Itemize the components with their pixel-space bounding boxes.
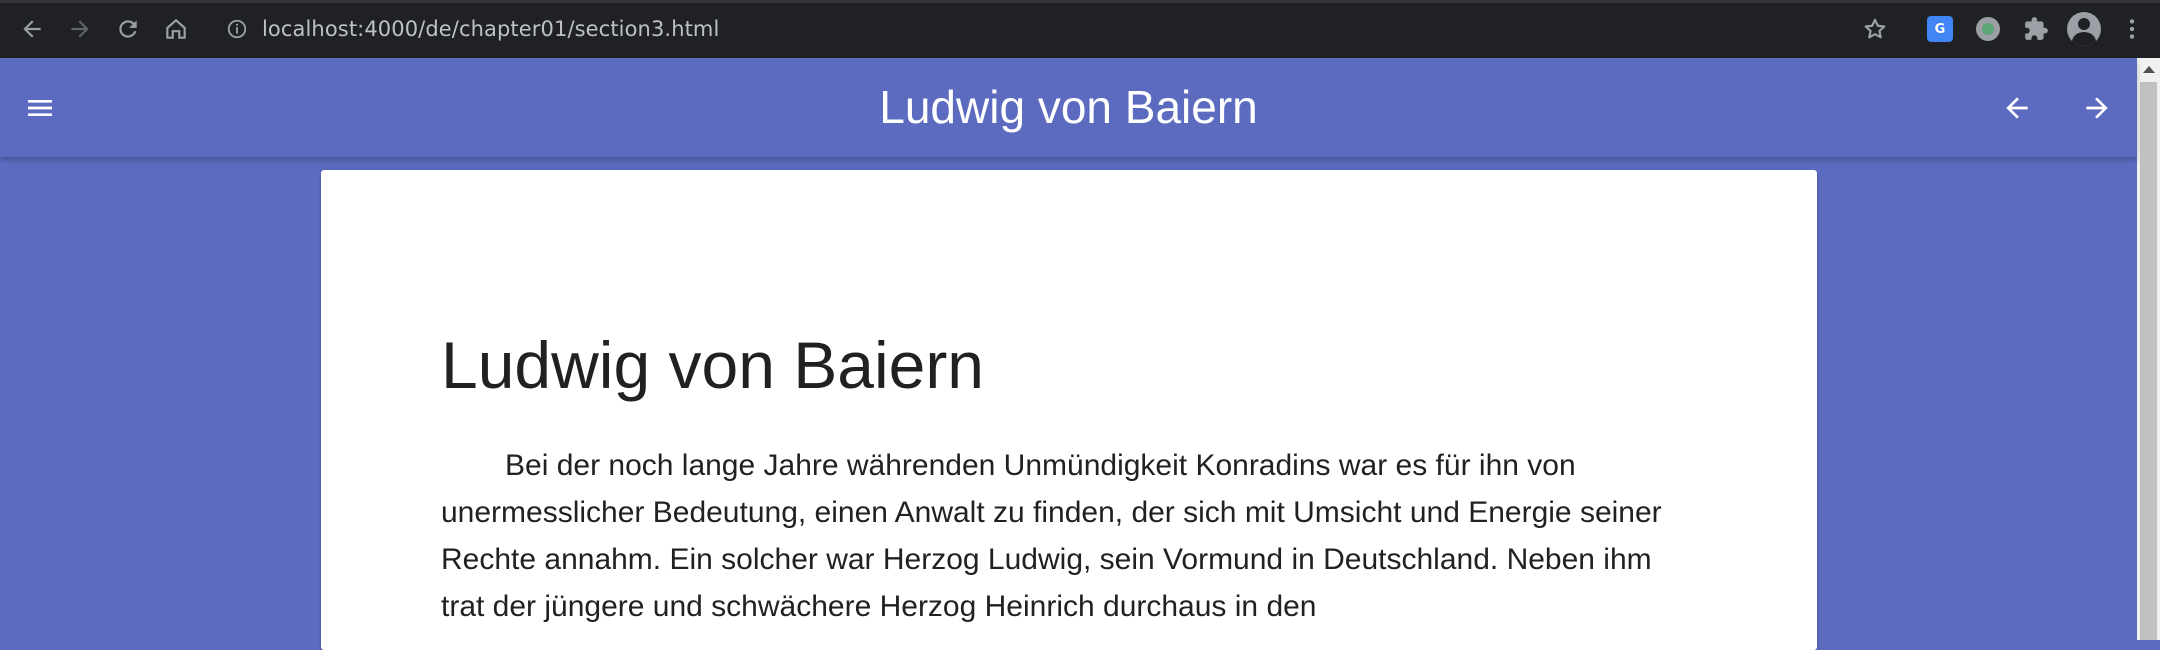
browser-home-button[interactable]	[152, 5, 200, 53]
profile-button[interactable]	[2060, 5, 2108, 53]
arrow-back-icon	[2006, 97, 2028, 119]
browser-forward-button[interactable]	[56, 5, 104, 53]
status-extension-button[interactable]	[1964, 5, 2012, 53]
scroll-up-arrow-icon[interactable]	[2137, 58, 2160, 80]
page-scrollbar[interactable]	[2137, 58, 2160, 640]
toolbar-title: Ludwig von Baiern	[879, 81, 1258, 133]
app-toolbar: Ludwig von Baiern	[0, 58, 2137, 157]
browser-menu-button[interactable]	[2108, 5, 2156, 53]
previous-page-button[interactable]	[1995, 86, 2039, 130]
reload-icon	[119, 20, 137, 38]
arrow-forward-icon	[71, 20, 89, 38]
arrow-back-icon	[23, 20, 41, 38]
browser-reload-button[interactable]	[104, 5, 152, 53]
puzzle-icon	[2025, 17, 2048, 40]
address-bar[interactable]: localhost:4000/de/chapter01/section3.htm…	[212, 8, 1867, 50]
more-vertical-icon	[2129, 19, 2135, 39]
status-dot-icon	[1976, 17, 2000, 41]
scrollbar-thumb[interactable]	[2140, 82, 2157, 640]
avatar	[2067, 12, 2101, 46]
browser-back-button[interactable]	[8, 5, 56, 53]
translate-extension-button[interactable]: G	[1916, 5, 1964, 53]
bookmark-star-button[interactable]	[1856, 10, 1894, 48]
star-icon	[1864, 18, 1886, 39]
url-text[interactable]: localhost:4000/de/chapter01/section3.htm…	[262, 17, 719, 41]
translate-icon: G	[1927, 16, 1953, 42]
article-paragraph: Bei der noch lange Jahre währenden Unmün…	[441, 449, 1662, 623]
next-page-button[interactable]	[2075, 86, 2119, 130]
site-info-icon[interactable]	[224, 16, 250, 42]
tab-strip	[0, 0, 2160, 3]
extensions-area: G	[1916, 5, 2156, 53]
extensions-menu-button[interactable]	[2012, 5, 2060, 53]
content-card: Ludwig von Baiern Bei der noch lange Jah…	[321, 170, 1817, 650]
menu-button[interactable]	[18, 86, 62, 130]
menu-icon	[28, 100, 52, 116]
page-title: Ludwig von Baiern	[441, 328, 985, 402]
arrow-forward-icon	[2086, 97, 2108, 119]
home-icon	[166, 18, 186, 39]
browser-toolbar: localhost:4000/de/chapter01/section3.htm…	[0, 0, 2160, 58]
